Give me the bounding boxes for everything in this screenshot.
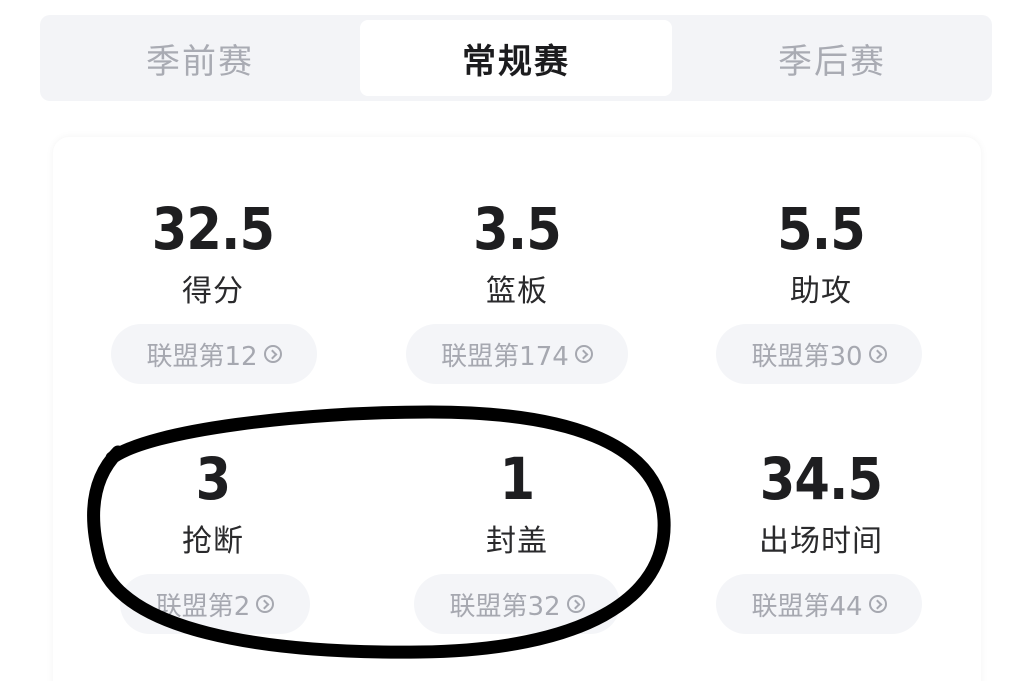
season-tabs: 季前赛 常规赛 季后赛 <box>40 15 992 101</box>
rank-pill-assists[interactable]: 联盟第30 <box>716 324 922 384</box>
player-stats-page: 季前赛 常规赛 季后赛 32.5 得分 联盟第12 3.5 篮板 联盟第174 … <box>0 0 1032 681</box>
chevron-right-circle-icon <box>574 345 593 363</box>
rank-text: 联盟第30 <box>751 341 863 372</box>
stat-value: 5.5 <box>777 195 866 263</box>
rank-text: 联盟第174 <box>441 341 569 372</box>
tab-playoffs[interactable]: 季后赛 <box>672 20 992 96</box>
rank-pill-minutes[interactable]: 联盟第44 <box>716 574 922 634</box>
stats-card: 32.5 得分 联盟第12 3.5 篮板 联盟第174 5.5 助攻 联盟第30 <box>53 137 981 681</box>
chevron-right-circle-icon <box>256 595 275 613</box>
stat-value: 3 <box>195 445 232 513</box>
rank-text: 联盟第12 <box>146 341 258 372</box>
tab-preseason[interactable]: 季前赛 <box>40 20 360 96</box>
stat-value: 34.5 <box>759 445 883 513</box>
rank-pill-blocks[interactable]: 联盟第32 <box>414 574 620 634</box>
stat-label: 助攻 <box>790 274 852 309</box>
stat-value: 1 <box>499 445 536 513</box>
stat-label: 抢断 <box>182 524 244 559</box>
stat-label: 出场时间 <box>759 524 883 559</box>
chevron-right-circle-icon <box>263 345 282 363</box>
stat-label: 封盖 <box>486 524 548 559</box>
tab-regular-season[interactable]: 常规赛 <box>360 20 672 96</box>
stat-label: 篮板 <box>486 274 548 309</box>
rank-pill-rebounds[interactable]: 联盟第174 <box>406 324 628 384</box>
chevron-right-circle-icon <box>566 595 585 613</box>
chevron-right-circle-icon <box>868 595 887 613</box>
stat-label: 得分 <box>182 274 244 309</box>
rank-pill-points[interactable]: 联盟第12 <box>111 324 317 384</box>
chevron-right-circle-icon <box>868 345 887 363</box>
rank-text: 联盟第44 <box>751 591 863 622</box>
rank-pill-steals[interactable]: 联盟第2 <box>120 574 310 634</box>
rank-text: 联盟第32 <box>449 591 561 622</box>
stat-value: 3.5 <box>473 195 562 263</box>
rank-text: 联盟第2 <box>155 591 251 622</box>
stat-value: 32.5 <box>151 195 275 263</box>
